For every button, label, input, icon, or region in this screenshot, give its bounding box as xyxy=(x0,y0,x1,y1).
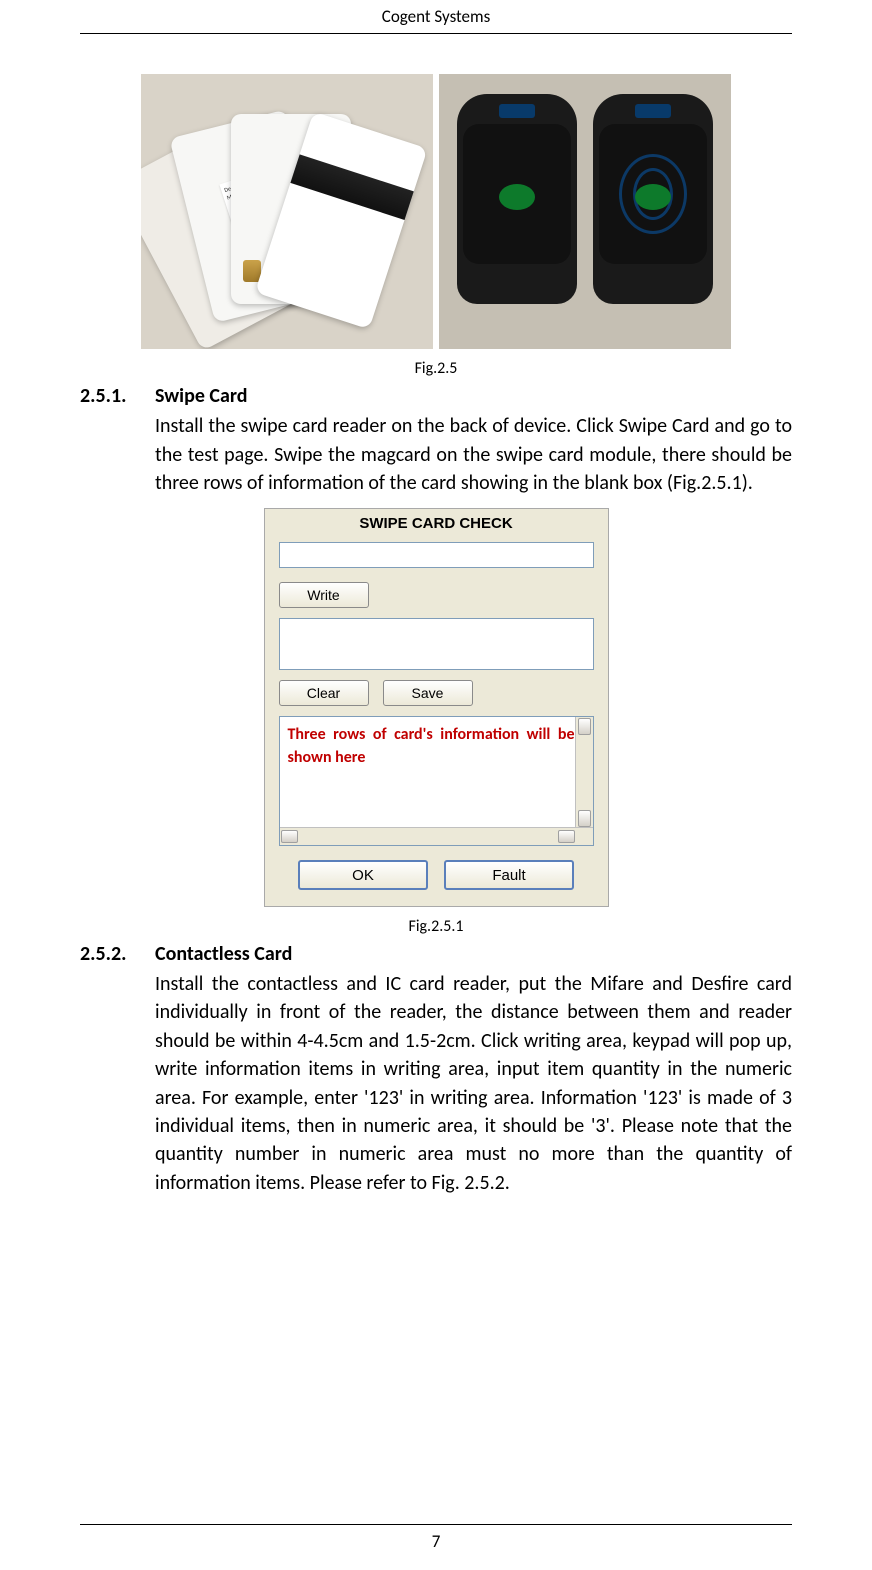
contactless-reader-device xyxy=(593,94,713,304)
fault-button[interactable]: Fault xyxy=(444,860,574,890)
result-listbox[interactable]: Three rows of card's information will be… xyxy=(279,716,594,846)
horizontal-scrollbar[interactable] xyxy=(280,827,593,845)
annotation-text: Three rows of card's information will be… xyxy=(288,723,575,769)
cards-photo: Desfire Card MF3 IC D40 xyxy=(141,74,433,349)
swipe-reader-device xyxy=(457,94,577,304)
section-number: 2.5.1. xyxy=(80,382,155,410)
header-title: Cogent Systems xyxy=(382,6,490,27)
page-header: Cogent Systems xyxy=(80,0,792,34)
swipe-input-field[interactable] xyxy=(279,542,594,568)
write-button[interactable]: Write xyxy=(279,582,369,608)
section-title-2: Contactless Card xyxy=(155,940,792,968)
dialog-title: SWIPE CARD CHECK xyxy=(265,509,608,542)
write-area[interactable] xyxy=(279,618,594,670)
section-title: Swipe Card xyxy=(155,382,792,410)
ok-button[interactable]: OK xyxy=(298,860,428,890)
section-number-2: 2.5.2. xyxy=(80,940,155,968)
page-number: 7 xyxy=(80,1524,792,1552)
readers-photo xyxy=(439,74,731,349)
figure-2-5-1-caption: Fig.2.5.1 xyxy=(80,917,792,936)
section-body-text: Install the swipe card reader on the bac… xyxy=(155,412,792,497)
section-2-5-2: 2.5.2. Contactless Card Install the cont… xyxy=(80,940,792,1198)
figure-2-5-photo: Desfire Card MF3 IC D40 xyxy=(141,74,731,349)
save-button[interactable]: Save xyxy=(383,680,473,706)
swipe-card-check-dialog: SWIPE CARD CHECK Write Clear Save Three … xyxy=(264,508,609,907)
section-body-text-2: Install the contactless and IC card read… xyxy=(155,970,792,1197)
vertical-scrollbar[interactable] xyxy=(575,717,593,828)
clear-button[interactable]: Clear xyxy=(279,680,369,706)
figure-2-5-caption: Fig.2.5 xyxy=(80,359,792,378)
section-2-5-1: 2.5.1. Swipe Card Install the swipe card… xyxy=(80,382,792,498)
